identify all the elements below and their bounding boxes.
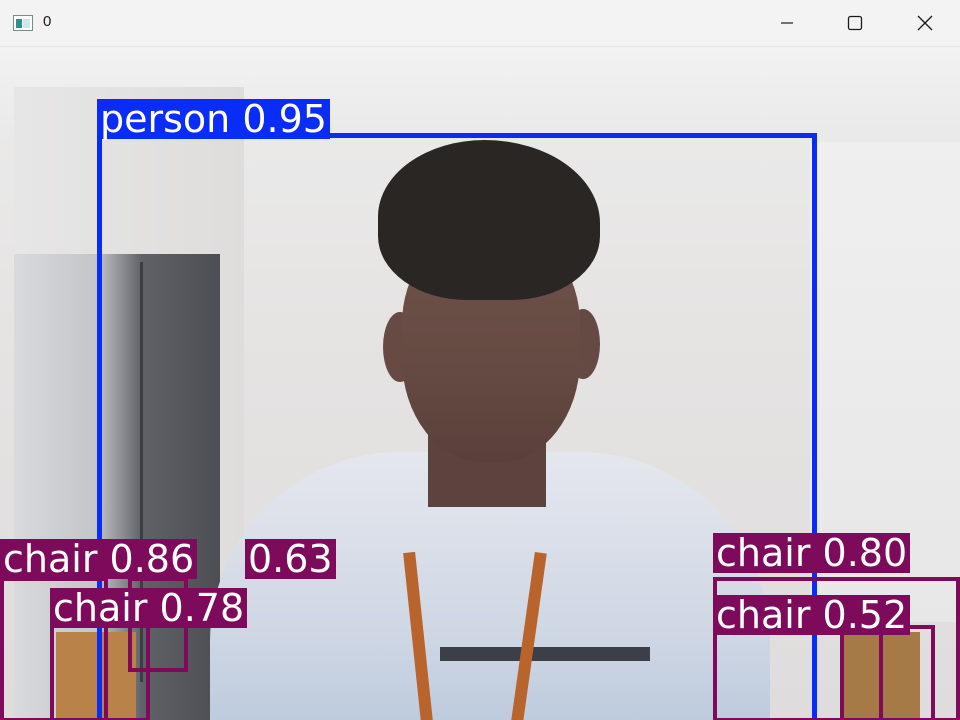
minimize-button[interactable]: [752, 0, 822, 46]
chair-detection-label: chair 0.86: [0, 539, 198, 579]
chair-detection-label: chair 0.52: [713, 595, 911, 635]
maximize-button[interactable]: [820, 0, 890, 46]
maximize-icon: [847, 15, 863, 31]
chair-bounding-box: [840, 625, 935, 720]
person-bounding-box: [97, 133, 817, 720]
camera-frame: person 0.95 chair 0.86 0.63 chair 0.78 c…: [0, 47, 960, 720]
chair-detection-label: chair 0.78: [50, 588, 248, 628]
close-button[interactable]: [890, 0, 960, 46]
minimize-icon: [781, 22, 793, 24]
chair-detection-label: chair 0.80: [713, 533, 911, 573]
person-detection-label: person 0.95: [97, 99, 330, 139]
title-bar[interactable]: 0: [0, 0, 960, 47]
detection-window: 0 person 0.95 chair 0.86 0.63 chair 0.78…: [0, 0, 960, 720]
close-icon: [917, 15, 933, 31]
window-title: 0: [43, 13, 52, 30]
app-window-icon: [13, 15, 33, 31]
chair-detection-label: 0.63: [245, 539, 336, 579]
